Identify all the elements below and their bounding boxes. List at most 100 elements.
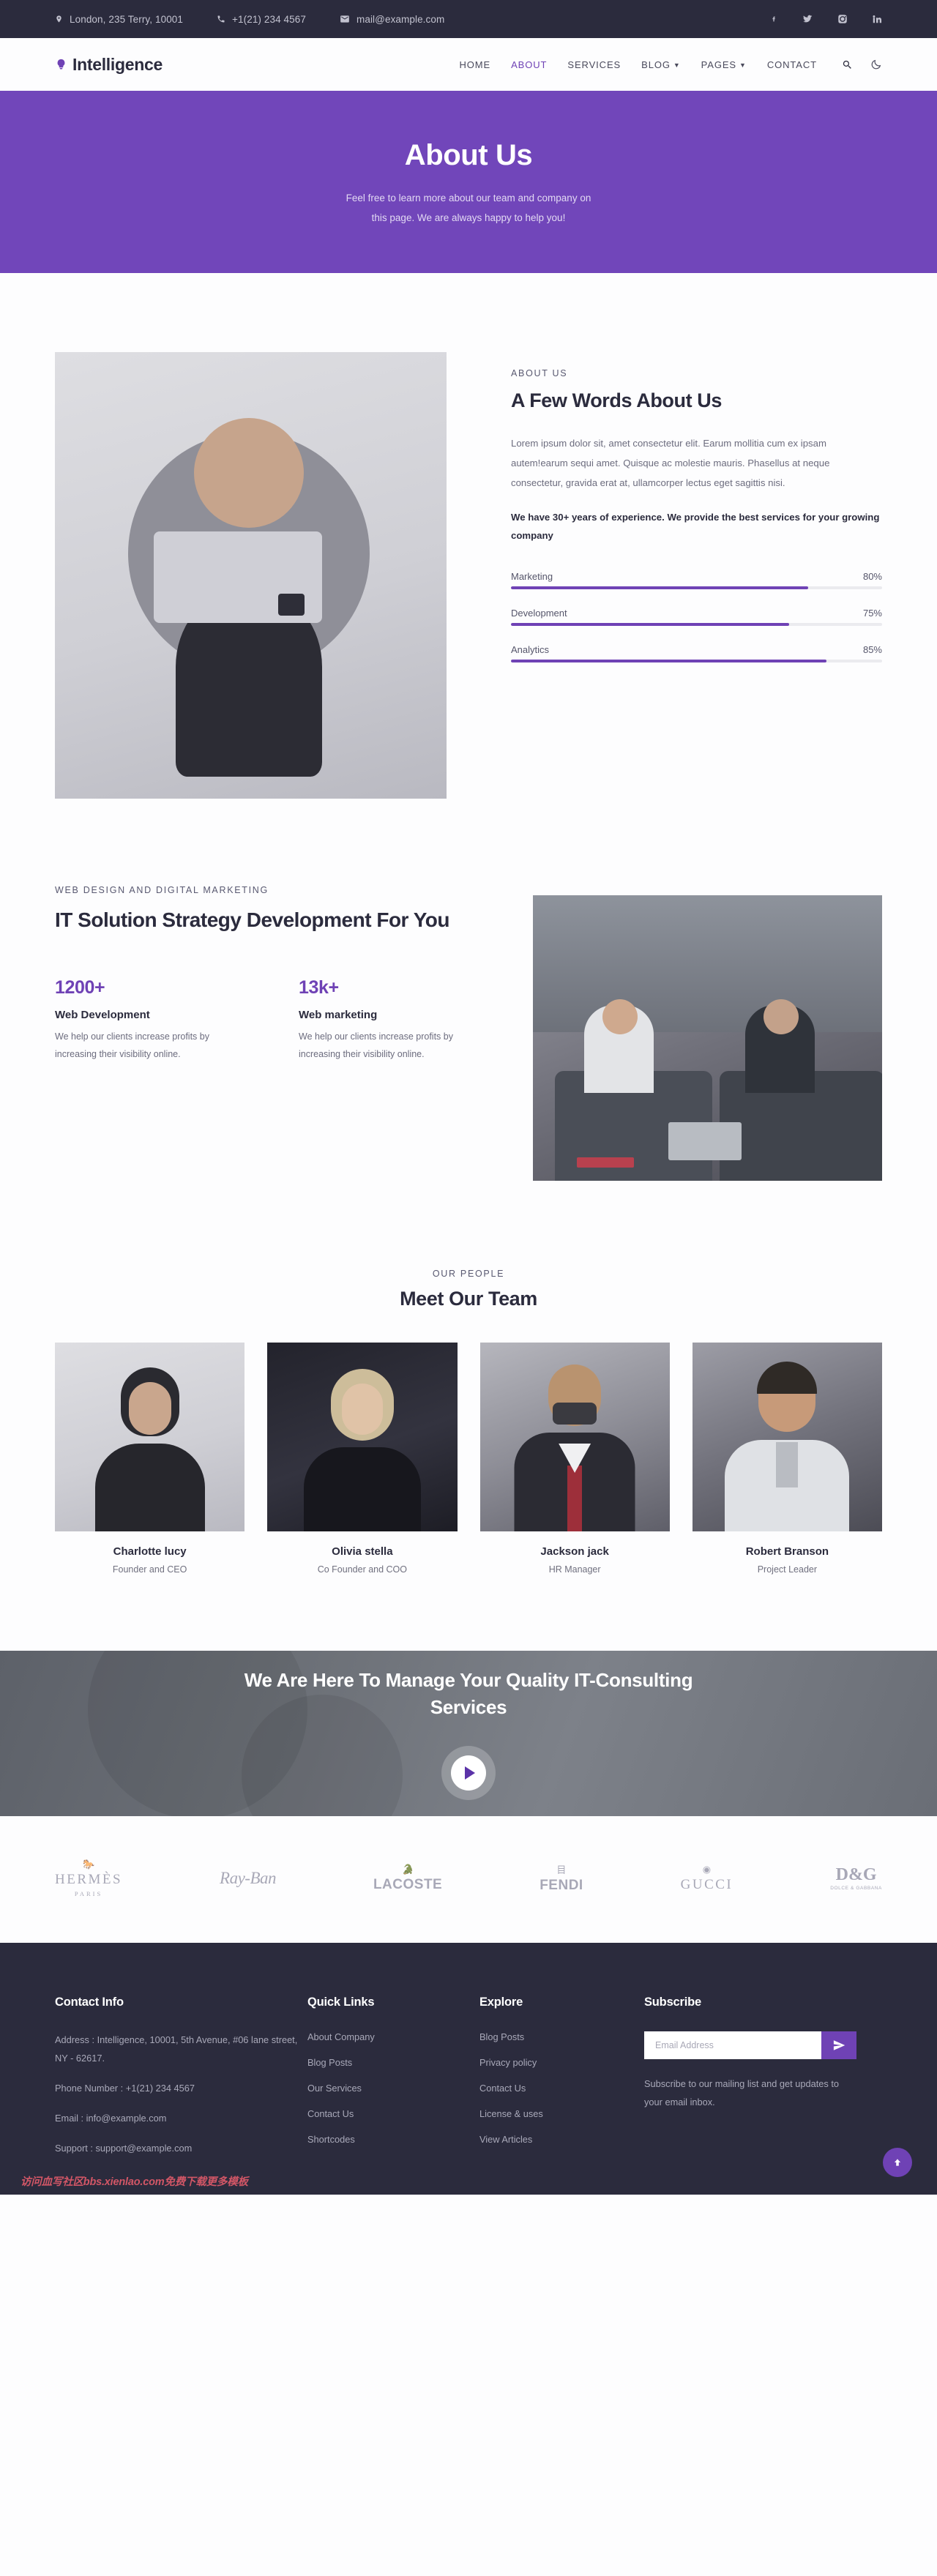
- search-icon[interactable]: [842, 59, 853, 70]
- top-bar: London, 235 Terry, 10001 +1(21) 234 4567…: [0, 0, 937, 38]
- page-hero: About Us Feel free to learn more about o…: [0, 91, 937, 273]
- linkedin-icon[interactable]: [872, 14, 882, 24]
- page-root: London, 235 Terry, 10001 +1(21) 234 4567…: [0, 0, 937, 2195]
- team-member[interactable]: Jackson jack HR Manager: [479, 1343, 670, 1575]
- nav-item-home[interactable]: HOME: [460, 59, 491, 70]
- topbar-email[interactable]: mail@example.com: [340, 14, 444, 25]
- twitter-icon[interactable]: [802, 14, 813, 24]
- footer-explore-column: Explore Blog Posts Privacy policy Contac…: [479, 1996, 644, 2170]
- member-role: Project Leader: [757, 1564, 818, 1575]
- logo-text: Intelligence: [72, 54, 163, 74]
- footer-link[interactable]: Blog Posts: [479, 2031, 644, 2042]
- skill-percent: 85%: [862, 644, 882, 656]
- topbar-address-text: London, 235 Terry, 10001: [70, 13, 184, 25]
- footer-link[interactable]: Contact Us: [307, 2108, 479, 2119]
- member-photo: [267, 1343, 458, 1531]
- brand-logo-lacoste: 🐊 LACOSTE: [373, 1864, 442, 1893]
- footer-link[interactable]: Our Services: [307, 2083, 479, 2094]
- footer-link[interactable]: License & uses: [479, 2108, 644, 2119]
- footer-link[interactable]: Blog Posts: [307, 2057, 479, 2068]
- brand-subtitle: DOLCE & GABBANA: [830, 1886, 882, 1891]
- member-photo: [692, 1343, 882, 1531]
- nav-label: CONTACT: [766, 59, 817, 70]
- skill-item: Marketing 80%: [511, 571, 882, 590]
- nav-item-pages[interactable]: PAGES ▼: [701, 59, 747, 70]
- stat-card: 1200+ Web Development We help our client…: [55, 977, 234, 1064]
- skill-label: Marketing: [511, 571, 553, 583]
- site-footer: Contact Info Address : Intelligence, 100…: [0, 1943, 937, 2195]
- cta-title: We Are Here To Manage Your Quality IT-Co…: [244, 1669, 693, 1718]
- nav-item-blog[interactable]: BLOG ▼: [641, 59, 681, 70]
- moon-icon[interactable]: [870, 59, 882, 70]
- skill-track: [511, 586, 882, 590]
- member-name: Charlotte lucy: [113, 1545, 187, 1558]
- nav-item-services[interactable]: SERVICES: [567, 59, 621, 70]
- nav-label: HOME: [459, 59, 491, 70]
- brand-name: GUCCI: [680, 1876, 733, 1892]
- play-icon: [451, 1755, 486, 1791]
- footer-link[interactable]: Privacy policy: [479, 2057, 644, 2068]
- email-input[interactable]: [644, 2031, 821, 2059]
- it-solution-section: WEB DESIGN AND DIGITAL MARKETING IT Solu…: [0, 799, 937, 1181]
- itsolution-title: IT Solution Strategy Development For You: [55, 908, 450, 931]
- site-header: Intelligence HOME ABOUT SERVICES BLOG ▼ P…: [0, 38, 937, 91]
- stat-title: Web Development: [55, 1008, 150, 1021]
- main-nav: HOME ABOUT SERVICES BLOG ▼ PAGES ▼ CONTACT: [460, 59, 883, 70]
- footer-contact-email: Email : info@example.com: [55, 2112, 167, 2124]
- brand-name: LACOSTE: [373, 1876, 443, 1892]
- stat-description: We help our clients increase profits by …: [55, 1031, 209, 1059]
- footer-heading: Explore: [479, 1996, 523, 2009]
- team-member[interactable]: Charlotte lucy Founder and CEO: [55, 1343, 245, 1575]
- footer-contact-column: Contact Info Address : Intelligence, 100…: [55, 1996, 307, 2170]
- skill-fill: [511, 660, 826, 663]
- footer-contact-phone: Phone Number : +1(21) 234 4567: [55, 2082, 195, 2094]
- about-paragraph: Lorem ipsum dolor sit, amet consectetur …: [511, 438, 830, 489]
- nav-label: SERVICES: [567, 59, 621, 70]
- brand-name: D&G: [835, 1865, 877, 1884]
- video-play-button[interactable]: [441, 1745, 496, 1800]
- skill-track: [511, 623, 882, 627]
- top-bar-socials: [771, 13, 882, 25]
- stat-number: 13k+: [299, 977, 339, 998]
- footer-link[interactable]: About Company: [307, 2031, 479, 2042]
- subscribe-submit-button[interactable]: [821, 2031, 856, 2059]
- scroll-to-top-button[interactable]: [883, 2147, 912, 2177]
- topbar-phone[interactable]: +1(21) 234 4567: [217, 14, 306, 25]
- site-logo[interactable]: Intelligence: [55, 55, 163, 75]
- brand-name: FENDI: [540, 1878, 583, 1893]
- team-member[interactable]: Robert Branson Project Leader: [692, 1343, 882, 1575]
- footer-contact-support: Support : support@example.com: [55, 2142, 193, 2154]
- footer-link[interactable]: View Articles: [479, 2134, 644, 2145]
- nav-label: BLOG: [641, 59, 671, 70]
- page-title: About Us: [404, 139, 533, 171]
- nav-item-about[interactable]: ABOUT: [511, 59, 547, 70]
- nav-label: PAGES: [701, 59, 737, 70]
- footer-link[interactable]: Contact Us: [479, 2083, 644, 2094]
- skill-label: Development: [511, 608, 567, 619]
- itsolution-eyebrow: WEB DESIGN AND DIGITAL MARKETING: [55, 885, 269, 895]
- brand-name: HERMÈS: [55, 1872, 123, 1887]
- nav-item-contact[interactable]: CONTACT: [767, 59, 817, 70]
- top-bar-contacts: London, 235 Terry, 10001 +1(21) 234 4567…: [55, 14, 444, 25]
- chevron-down-icon: ▼: [739, 61, 747, 69]
- skill-item: Analytics 85%: [511, 644, 882, 663]
- skill-bars: Marketing 80% Development 75% Analytics …: [511, 571, 882, 663]
- member-name: Jackson jack: [540, 1545, 609, 1558]
- member-photo: [55, 1343, 245, 1531]
- footer-heading: Contact Info: [55, 1996, 124, 2009]
- skill-item: Development 75%: [511, 608, 882, 627]
- about-eyebrow: ABOUT US: [511, 368, 568, 378]
- about-image: [55, 352, 447, 799]
- footer-link[interactable]: Shortcodes: [307, 2134, 479, 2145]
- facebook-icon[interactable]: [771, 13, 777, 25]
- member-role: Founder and CEO: [112, 1564, 187, 1575]
- team-section: OUR PEOPLE Meet Our Team Charlotte lucy …: [0, 1181, 937, 1575]
- watermark-text: 访问血写社区bbs.xienlao.com免费下载更多模板: [20, 2176, 248, 2188]
- team-member[interactable]: Olivia stella Co Founder and COO: [267, 1343, 458, 1575]
- member-name: Robert Branson: [745, 1545, 829, 1558]
- member-role: Co Founder and COO: [317, 1564, 408, 1575]
- stat-description: We help our clients increase profits by …: [299, 1031, 453, 1059]
- lightbulb-icon: [57, 59, 65, 70]
- skill-percent: 75%: [862, 608, 882, 619]
- instagram-icon[interactable]: [837, 14, 848, 24]
